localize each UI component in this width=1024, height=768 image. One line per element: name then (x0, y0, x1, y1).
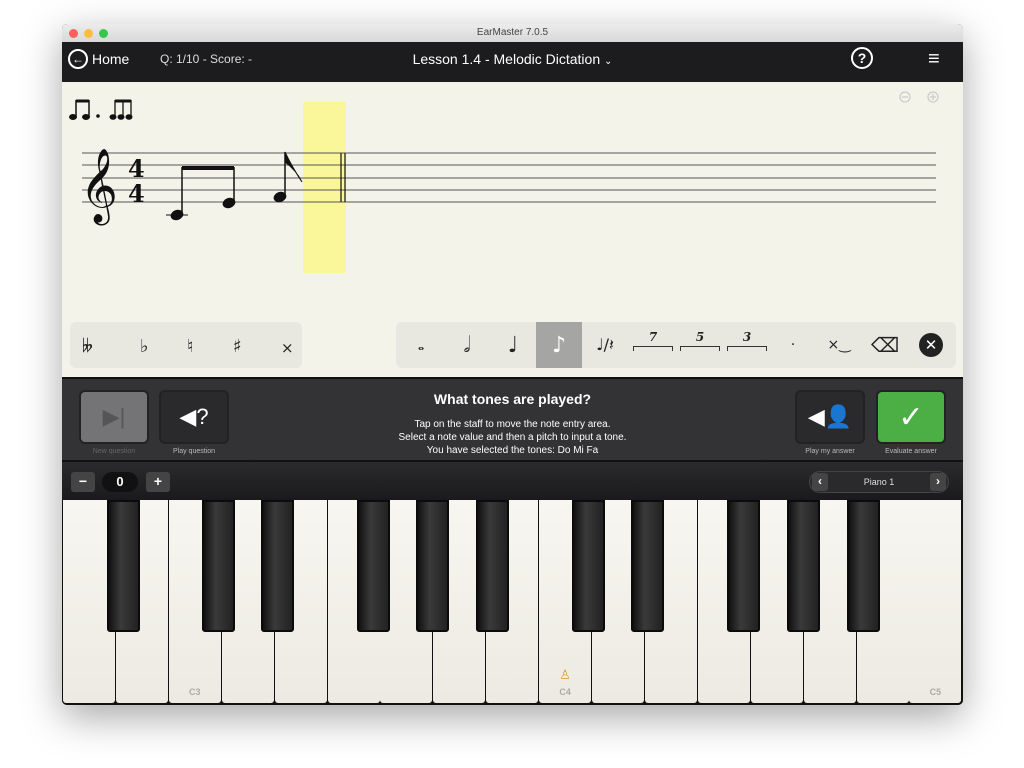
speaker-person-icon: ◀👤 (807, 404, 853, 429)
note-rest-toggle-icon[interactable]: ♩/𝄽 (582, 322, 628, 368)
checkmark-icon: ✓ (898, 400, 924, 434)
triplet-label: 3 (742, 330, 752, 344)
title-bar: EarMaster 7.0.5 (62, 24, 963, 42)
piano-keyboard[interactable]: C3 C4 ♙ C5 (62, 500, 963, 705)
natural-button[interactable]: ♮ (187, 336, 193, 357)
key-label: C3 (189, 687, 201, 697)
top-nav: ← Home Q: 1/10 - Score: - Lesson 1.4 - Me… (62, 42, 963, 99)
flat-button[interactable]: ♭ (140, 336, 149, 357)
lesson-title: Lesson 1.4 - Melodic Dictation (412, 51, 601, 67)
black-key[interactable] (787, 500, 820, 632)
black-key[interactable] (727, 500, 760, 632)
play-my-answer-caption: Play my answer (805, 448, 855, 455)
minimize-window-button[interactable] (84, 29, 93, 38)
treble-clef-icon: 𝄞 (80, 149, 118, 226)
eraser-icon[interactable]: ⌫ (862, 322, 908, 368)
time-signature-bottom: 4 (128, 179, 145, 208)
black-key[interactable] (572, 500, 605, 632)
transpose-plus-button[interactable]: + (146, 472, 170, 492)
tie-icon[interactable]: ×‿ (816, 322, 862, 368)
rhythm-hint-icon (69, 99, 133, 120)
septuplet-label: 7 (648, 330, 658, 344)
black-key[interactable] (476, 500, 509, 632)
instrument-selector[interactable]: ‹ Piano 1 › (809, 471, 949, 493)
close-circle-icon: ✕ (919, 333, 943, 357)
clear-all-button[interactable]: ✕ (908, 322, 954, 368)
accidentals-panel: 𝄫 ♭ ♮ ♯ × (70, 322, 302, 368)
black-key[interactable] (202, 500, 235, 632)
double-sharp-button[interactable]: × (281, 339, 294, 357)
black-key[interactable] (416, 500, 449, 632)
hamburger-menu-icon[interactable]: ≡ (928, 48, 940, 71)
play-my-answer-button[interactable]: ◀👤 (795, 390, 865, 444)
key-label: C5 (929, 687, 942, 697)
transpose-minus-button[interactable]: − (71, 472, 95, 492)
half-note-button[interactable]: 𝅗𝅥 (444, 322, 490, 368)
white-key-c5[interactable]: C5 (909, 500, 962, 703)
quarter-note-button[interactable]: ♩ (490, 322, 536, 368)
black-key[interactable] (357, 500, 390, 632)
black-key[interactable] (261, 500, 294, 632)
evaluate-answer-caption: Evaluate answer (885, 448, 937, 455)
sharp-button[interactable]: ♯ (233, 336, 242, 357)
evaluate-answer-button[interactable]: ✓ (876, 390, 946, 444)
zoom-in-icon (927, 91, 939, 103)
note-entry-highlight (303, 102, 346, 273)
instrument-label: Piano 1 (863, 477, 895, 487)
chevron-down-icon: ⌄ (604, 56, 613, 67)
transpose-value: 0 (102, 472, 138, 492)
score-area[interactable]: 𝄞 4 4 𝄫 ♭ ♮ ♯ × 𝅝 𝅗𝅥 ♩ ♪ ♩/𝄽 7 5 3 · ×‿ … (62, 82, 963, 377)
zoom-window-button[interactable] (99, 29, 108, 38)
staff-lines (82, 152, 936, 203)
whole-note-button[interactable]: 𝅝 (398, 322, 444, 368)
app-window: EarMaster 7.0.5 ← Home Q: 1/10 - Score: -… (62, 24, 963, 705)
quintuplet-button[interactable]: 5 (680, 330, 720, 351)
help-button[interactable]: ? (851, 47, 873, 69)
quintuplet-label: 5 (695, 330, 705, 344)
keyboard-controls: − 0 + ‹ Piano 1 › (62, 462, 963, 500)
instrument-next-button[interactable]: › (930, 473, 946, 491)
key-label: C4 (559, 687, 571, 697)
triplet-button[interactable]: 3 (727, 330, 767, 351)
instruction-panel: ▶| New question ◀? Play question What to… (62, 377, 963, 462)
black-key[interactable] (107, 500, 140, 632)
septuplet-button[interactable]: 7 (633, 330, 673, 351)
middle-c-marker-icon: ♙ (559, 667, 571, 682)
note-values-panel: 𝅝 𝅗𝅥 ♩ ♪ ♩/𝄽 7 5 3 · ×‿ ⌫ ✕ (396, 322, 956, 368)
double-flat-button[interactable]: 𝄫 (82, 336, 93, 357)
lesson-title-dropdown[interactable]: Lesson 1.4 - Melodic Dictation ⌄ (62, 51, 963, 67)
black-key[interactable] (847, 500, 880, 632)
window-title: EarMaster 7.0.5 (476, 27, 549, 38)
entered-notes (166, 151, 303, 221)
eighth-note-button[interactable]: ♪ (536, 322, 582, 368)
black-key[interactable] (631, 500, 664, 632)
zoom-out-icon (899, 91, 911, 103)
close-window-button[interactable] (69, 29, 78, 38)
dot-button[interactable]: · (770, 322, 816, 368)
